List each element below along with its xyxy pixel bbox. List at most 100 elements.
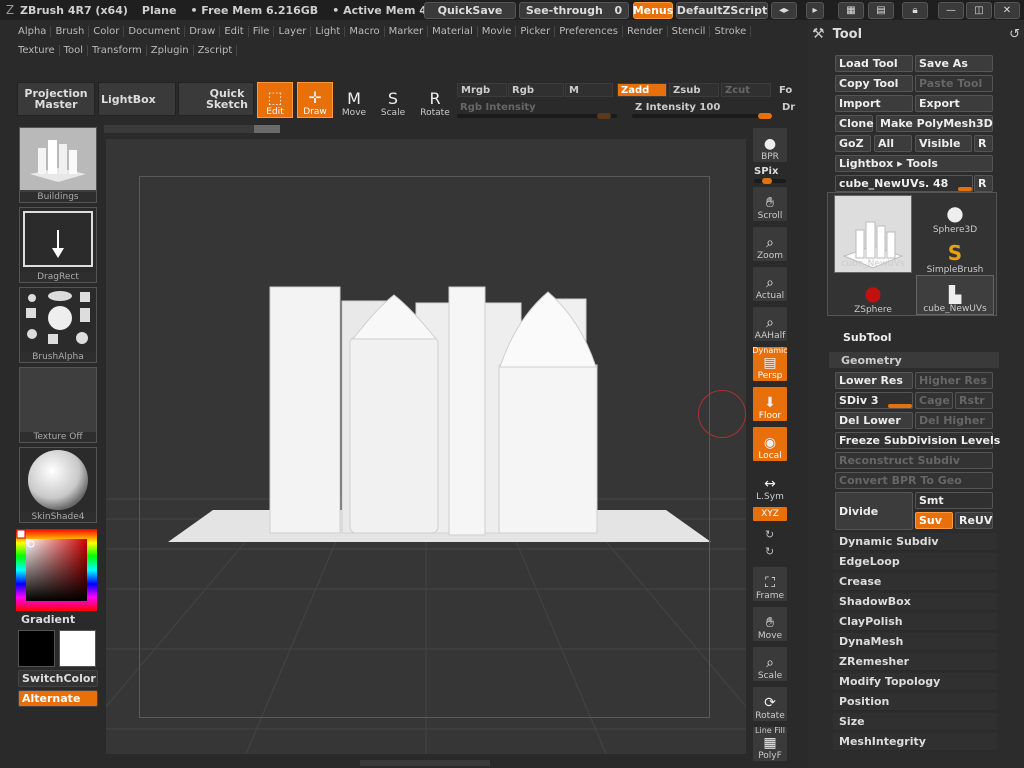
del-higher-button[interactable]: Del Higher [915,412,993,429]
menu-macro[interactable]: Macro [345,26,385,37]
polyf-button[interactable]: Line Fill ▦ PolyF [752,726,788,762]
make-polymesh-button[interactable]: Make PolyMesh3D [876,115,993,132]
sdiv-slider[interactable]: SDiv 3 [835,392,913,409]
z-intensity-knob[interactable] [758,113,772,119]
alternate-button[interactable]: Alternate [18,690,98,707]
lsym-button[interactable]: ↔ L.Sym [752,470,788,502]
spix-slider[interactable] [754,178,786,184]
main-color-swatch[interactable] [18,630,55,667]
tool-palette-header[interactable]: ⚒ Tool ↺ [812,24,1020,44]
tool-sphere3d[interactable]: ● Sphere3D [916,195,994,235]
submenu-position[interactable]: Position [833,693,997,711]
canvas-bottom-scroll[interactable] [360,760,490,766]
projection-master-button[interactable]: Projection Master [17,82,95,116]
zsub-toggle[interactable]: Zsub [669,83,719,97]
reset-palette-icon[interactable]: ↺ [1009,27,1020,42]
maximize-icon[interactable]: ◫ [966,2,992,19]
layout-alt-icon[interactable]: ▤ [868,2,894,19]
menu-edit[interactable]: Edit [220,26,249,37]
goz-all-button[interactable]: All [874,135,912,152]
lightbox-button[interactable]: LightBox [98,82,176,116]
copy-tool-button[interactable]: Copy Tool [835,75,913,92]
floor-button[interactable]: ⬇ Floor [752,386,788,422]
menu-stencil[interactable]: Stencil [668,26,711,37]
menu-brush[interactable]: Brush [51,26,90,37]
close-icon[interactable]: ✕ [994,2,1020,19]
submenu-dynamesh[interactable]: DynaMesh [833,633,997,651]
zadd-toggle[interactable]: Zadd [617,83,667,97]
lightbox-tools-button[interactable]: Lightbox ▸ Tools [835,155,993,172]
menu-alpha[interactable]: Alpha [14,26,52,37]
scroll-right-icon[interactable]: ▸ [806,2,824,19]
zoom-button[interactable]: ⌕ Zoom [752,226,788,262]
load-tool-button[interactable]: Load Tool [835,55,913,72]
switch-color-button[interactable]: SwitchColor [18,670,98,687]
aahalf-button[interactable]: ⌕ AAHalf [752,306,788,342]
lock-icon[interactable]: 🔒︎ [902,2,928,19]
current-tool-slider[interactable]: cube_NewUVs. 48 [835,175,973,192]
move-view-button[interactable]: ✋︎ Move [752,606,788,642]
menu-color[interactable]: Color [89,26,125,37]
menu-draw[interactable]: Draw [185,26,221,37]
scroll-button[interactable]: ✋︎ Scroll [752,186,788,222]
del-lower-button[interactable]: Del Lower [835,412,913,429]
menu-picker[interactable]: Picker [516,26,556,37]
xyz-button[interactable]: XYZ [752,506,788,522]
menu-zplugin[interactable]: Zplugin [147,45,194,56]
clone-button[interactable]: Clone [835,115,874,132]
goz-visible-button[interactable]: Visible [915,135,972,152]
lower-res-button[interactable]: Lower Res [835,372,913,389]
current-tool-r-button[interactable]: R [974,175,993,192]
alpha-thumbnail[interactable]: BrushAlpha [19,287,97,363]
gradient-label[interactable]: Gradient [18,611,98,628]
brush-thumbnail[interactable]: Buildings [19,127,97,203]
smt-toggle[interactable]: Smt [915,492,993,509]
submenu-shadowbox[interactable]: ShadowBox [833,593,997,611]
bpr-button[interactable]: ● BPR [752,127,788,163]
canvas-tab-active[interactable] [254,125,280,133]
rgb-toggle[interactable]: Rgb [508,83,564,97]
sdiv-knob[interactable] [888,404,912,408]
menu-file[interactable]: File [249,26,275,37]
menu-movie[interactable]: Movie [478,26,517,37]
rotate-view-button[interactable]: ⟳ Rotate [752,686,788,722]
quicksave-button[interactable]: QuickSave [424,2,516,19]
submenu-edgeloop[interactable]: EdgeLoop [833,553,997,571]
color-picker[interactable] [16,529,97,611]
submenu-zremesher[interactable]: ZRemesher [833,653,997,671]
divide-button[interactable]: Divide [835,492,913,530]
rotate-y-icon[interactable]: ↻ [765,528,774,541]
menu-preferences[interactable]: Preferences [555,26,624,37]
rgb-intensity-knob[interactable] [597,113,611,119]
submenu-size[interactable]: Size [833,713,997,731]
menu-render[interactable]: Render [623,26,668,37]
menu-zscript[interactable]: Zscript [194,45,238,56]
scale-view-button[interactable]: ⌕ Scale [752,646,788,682]
rstr-button[interactable]: Rstr [955,392,993,409]
tool-zsphere[interactable]: ● ZSphere [834,275,912,315]
spix-knob[interactable] [762,178,772,184]
material-thumbnail[interactable]: SkinShade4 [19,447,97,523]
higher-res-button[interactable]: Higher Res [915,372,993,389]
menu-marker[interactable]: Marker [385,26,429,37]
secondary-color-swatch[interactable] [59,630,96,667]
frame-button[interactable]: ⛶ Frame [752,566,788,602]
menu-stroke[interactable]: Stroke [710,26,752,37]
submenu-crease[interactable]: Crease [833,573,997,591]
texture-thumbnail[interactable]: Texture Off [19,367,97,443]
quick-sketch-button[interactable]: Quick Sketch [178,82,254,116]
geometry-section[interactable]: Geometry [829,352,999,368]
goz-r-button[interactable]: R [974,135,993,152]
actual-button[interactable]: ⌕ Actual [752,266,788,302]
reconstruct-subdiv-button[interactable]: Reconstruct Subdiv [835,452,993,469]
minimize-icon[interactable]: — [938,2,964,19]
reuv-toggle[interactable]: ReUV [955,512,993,529]
export-button[interactable]: Export [915,95,993,112]
tool-simplebrush[interactable]: S SimpleBrush [916,235,994,275]
draw-mode-button[interactable]: ✛ Draw [297,82,333,118]
menu-texture[interactable]: Texture [14,45,60,56]
suv-toggle[interactable]: Suv [915,512,953,529]
menu-document[interactable]: Document [124,26,186,37]
layout-icon[interactable]: ▦ [838,2,864,19]
menu-layer[interactable]: Layer [274,26,312,37]
